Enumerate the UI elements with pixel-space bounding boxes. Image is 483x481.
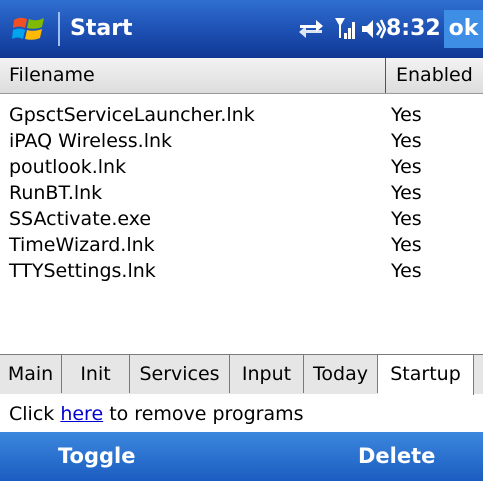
tab-startup[interactable]: Startup xyxy=(378,355,474,395)
list-item[interactable]: TTYSettings.lnk Yes xyxy=(0,258,483,284)
tab-init[interactable]: Init xyxy=(62,355,130,393)
list-item-enabled: Yes xyxy=(391,208,422,230)
title-divider xyxy=(58,12,60,46)
tab-main[interactable]: Main xyxy=(0,355,62,393)
remove-programs-link[interactable]: here xyxy=(60,403,103,425)
clock-time[interactable]: 8:32 xyxy=(386,12,441,46)
tab-services[interactable]: Services xyxy=(130,355,230,393)
list-item-filename: RunBT.lnk xyxy=(9,182,103,204)
sync-arrows-icon[interactable] xyxy=(296,14,326,44)
column-header-filename[interactable]: Filename xyxy=(9,58,95,93)
column-header-enabled[interactable]: Enabled xyxy=(385,58,483,93)
list-item-enabled: Yes xyxy=(391,234,422,256)
toggle-softkey[interactable]: Toggle xyxy=(58,432,135,481)
list-item-filename: SSActivate.exe xyxy=(9,208,152,230)
hint-text-before: Click xyxy=(9,403,61,425)
ok-button[interactable]: ok xyxy=(444,10,483,48)
title-bar: Start 8:32 ok xyxy=(0,0,483,58)
list-item[interactable]: RunBT.lnk Yes xyxy=(0,180,483,206)
startup-list[interactable]: GpsctServiceLauncher.lnk Yes iPAQ Wirele… xyxy=(0,96,483,354)
list-item-enabled: Yes xyxy=(391,156,422,178)
list-item-enabled: Yes xyxy=(391,104,422,126)
tab-strip: Main Init Services Input Today Startup xyxy=(0,354,483,395)
list-item[interactable]: iPAQ Wireless.lnk Yes xyxy=(0,128,483,154)
list-item-filename: GpsctServiceLauncher.lnk xyxy=(9,104,255,126)
softkey-bar: Toggle Delete xyxy=(0,432,483,481)
windows-flag-icon[interactable] xyxy=(12,14,46,44)
remove-programs-hint: Click here to remove programs xyxy=(9,400,304,428)
list-item-filename: TTYSettings.lnk xyxy=(9,260,156,282)
list-item-filename: poutlook.lnk xyxy=(9,156,127,178)
signal-strength-icon[interactable] xyxy=(334,14,356,44)
tab-today[interactable]: Today xyxy=(304,355,378,393)
list-item[interactable]: GpsctServiceLauncher.lnk Yes xyxy=(0,102,483,128)
speaker-icon[interactable] xyxy=(360,14,386,44)
list-item-enabled: Yes xyxy=(391,130,422,152)
list-header: Filename Enabled xyxy=(0,58,483,94)
list-item[interactable]: SSActivate.exe Yes xyxy=(0,206,483,232)
list-item-filename: TimeWizard.lnk xyxy=(9,234,155,256)
list-item[interactable]: TimeWizard.lnk Yes xyxy=(0,232,483,258)
list-item[interactable]: poutlook.lnk Yes xyxy=(0,154,483,180)
tab-input[interactable]: Input xyxy=(230,355,304,393)
list-item-enabled: Yes xyxy=(391,182,422,204)
window-title[interactable]: Start xyxy=(70,12,133,46)
list-item-enabled: Yes xyxy=(391,260,422,282)
delete-softkey[interactable]: Delete xyxy=(358,432,435,481)
list-item-filename: iPAQ Wireless.lnk xyxy=(9,130,173,152)
hint-text-after: to remove programs xyxy=(103,403,304,425)
